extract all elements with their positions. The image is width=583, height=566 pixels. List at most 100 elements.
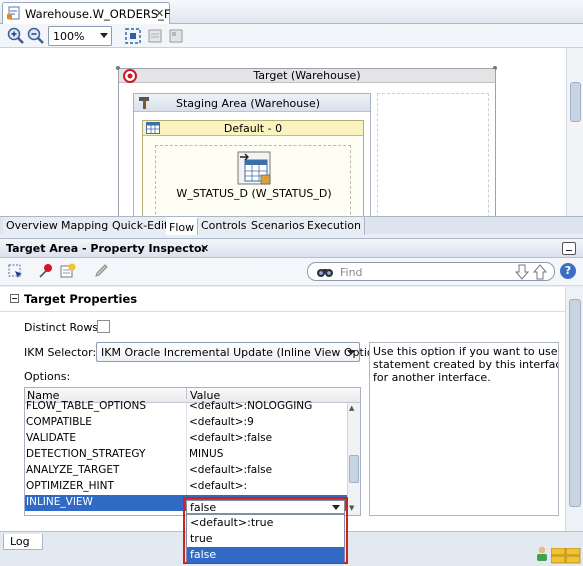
option-name: VALIDATE [26, 432, 76, 444]
inline-view-select[interactable]: false [186, 500, 345, 514]
table-row[interactable]: VALIDATE <default>:false [25, 431, 347, 447]
ikm-selector-select[interactable]: IKM Oracle Incremental Update (Inline Vi… [96, 342, 385, 362]
layout-icon[interactable] [146, 27, 164, 45]
close-icon[interactable]: ✕ [155, 7, 164, 20]
editor-bottom-tabs: Overview Mapping Quick-Edit Flow Control… [0, 216, 583, 235]
inline-view-options-list: <default>:true true false [186, 514, 345, 563]
target-datastore-box[interactable]: Target (Warehouse) Staging Area (Warehou… [116, 66, 497, 216]
tab-scenarios[interactable]: Scenarios [248, 217, 309, 235]
user-icon[interactable] [535, 546, 549, 564]
option-description: Use this option if you want to use the s… [373, 345, 558, 384]
log-tab-label: Log [10, 535, 30, 548]
description-line: Use this option if you want to use the s [373, 345, 558, 358]
tab-flow[interactable]: Flow [166, 217, 199, 235]
staging-area-box[interactable]: Staging Area (Warehouse) Default - 0 W_S… [133, 93, 371, 216]
option-value: <default>: [189, 480, 248, 492]
option-value: <default>:NOLOGGING [189, 400, 313, 412]
log-tab[interactable]: Log [3, 534, 43, 550]
zoom-select[interactable]: 100% [48, 26, 112, 46]
options-scroll-thumb[interactable] [349, 455, 359, 483]
find-next-icon[interactable] [514, 264, 530, 280]
edit-properties-icon[interactable] [60, 263, 76, 279]
option-value: <default>:false [189, 432, 273, 444]
inline-view-selected-value: false [190, 501, 217, 514]
option-name: INLINE_VIEW [26, 496, 93, 508]
property-inspector-content: Target Properties Distinct Rows: IKM Sel… [0, 287, 565, 531]
zoom-in-icon[interactable] [7, 27, 25, 45]
default-header: Default - 0 [143, 121, 363, 136]
target-drop-area [377, 93, 489, 216]
select-object-icon[interactable] [8, 264, 24, 280]
dropdown-option-false[interactable]: false [187, 547, 344, 563]
inspector-scroll-thumb[interactable] [569, 299, 581, 507]
inspector-scrollbar[interactable] [565, 287, 583, 531]
dropdown-option-default-true[interactable]: <default>:true [187, 515, 344, 531]
default-title: Default - 0 [223, 122, 283, 135]
option-value: <default>:9 [189, 416, 254, 428]
tab-overview[interactable]: Overview [3, 217, 62, 235]
chevron-down-icon [332, 505, 340, 510]
zoom-value: 100% [53, 30, 85, 43]
distinct-rows-checkbox[interactable] [97, 320, 110, 333]
editor-toolbar: 100% [0, 24, 583, 48]
datastore-icon[interactable] [237, 151, 271, 185]
fit-icon[interactable] [124, 27, 142, 45]
description-line: for another interface. [373, 371, 491, 384]
target-title: Target (Warehouse) [253, 69, 361, 82]
option-value: MINUS [189, 448, 224, 460]
find-placeholder: Find [340, 266, 363, 279]
editor-tab-bar: Warehouse.W_ORDERS_F ✕ [0, 0, 583, 24]
properties-icon[interactable] [167, 27, 185, 45]
editor-tab-label: Warehouse.W_ORDERS_F [25, 7, 171, 21]
tab-mapping[interactable]: Mapping [58, 217, 113, 235]
diagram-canvas[interactable]: Target (Warehouse) Staging Area (Warehou… [0, 48, 566, 216]
options-table-scrollbar[interactable]: ▲ ▼ [347, 403, 360, 515]
property-inspector-titlebar: Target Area - Property Inspector ✕ [0, 238, 583, 258]
scroll-down-icon[interactable]: ▼ [349, 504, 354, 512]
option-name: OPTIMIZER_HINT [26, 480, 114, 492]
minimize-icon[interactable] [562, 242, 576, 255]
option-name: ANALYZE_TARGET [26, 464, 120, 476]
option-name: DETECTION_STRATEGY [26, 448, 146, 460]
editor-tab-warehouse-orders[interactable]: Warehouse.W_ORDERS_F ✕ [2, 2, 171, 24]
canvas-scrollbar[interactable] [566, 48, 583, 216]
table-row[interactable]: OPTIMIZER_HINT <default>: [25, 479, 347, 495]
tab-execution[interactable]: Execution [304, 217, 365, 235]
binoculars-icon [317, 269, 333, 277]
staging-hammer-icon [139, 97, 149, 109]
pushpin-icon[interactable] [38, 263, 54, 279]
dropdown-option-true[interactable]: true [187, 531, 344, 547]
help-icon[interactable]: ? [560, 263, 576, 279]
default-dataset-box[interactable]: Default - 0 W_STATUS_D (W_STATUS_D) [142, 120, 364, 216]
tab-controls[interactable]: Controls [198, 217, 251, 235]
options-label: Options: [24, 370, 71, 383]
option-name: COMPATIBLE [26, 416, 92, 428]
pencil-icon[interactable] [93, 263, 109, 279]
section-title: Target Properties [24, 292, 138, 306]
target-header: Target (Warehouse) [119, 69, 495, 83]
staging-title: Staging Area (Warehouse) [176, 97, 321, 110]
table-row[interactable]: ANALYZE_TARGET <default>:false [25, 463, 347, 479]
option-value: <default>:false [189, 464, 273, 476]
document-tab-icon [7, 6, 20, 20]
property-inspector-toolbar: Find ? [0, 258, 583, 286]
memory-indicator-icon [551, 548, 581, 564]
table-row[interactable]: DETECTION_STRATEGY MINUS [25, 447, 347, 463]
scroll-up-icon[interactable]: ▲ [349, 404, 354, 412]
ikm-selector-value: IKM Oracle Incremental Update (Inline Vi… [101, 346, 385, 359]
tab-quick-edit[interactable]: Quick-Edit [109, 217, 173, 235]
find-field[interactable]: Find [307, 262, 555, 281]
table-row[interactable]: COMPATIBLE <default>:9 [25, 415, 347, 431]
find-previous-icon[interactable] [532, 264, 548, 280]
chevron-down-icon [100, 33, 108, 38]
close-icon[interactable]: ✕ [200, 242, 209, 255]
property-inspector-title: Target Area - Property Inspector [6, 242, 208, 255]
staging-header: Staging Area (Warehouse) [134, 94, 370, 112]
canvas-scroll-thumb[interactable] [570, 82, 581, 122]
section-divider [0, 311, 565, 312]
ikm-selector-label: IKM Selector: [24, 346, 97, 359]
table-row[interactable]: FLOW_TABLE_OPTIONS <default>:NOLOGGING [25, 399, 347, 415]
collapse-toggle-icon[interactable] [10, 294, 19, 303]
chevron-down-icon [347, 350, 355, 355]
zoom-out-icon[interactable] [27, 27, 45, 45]
